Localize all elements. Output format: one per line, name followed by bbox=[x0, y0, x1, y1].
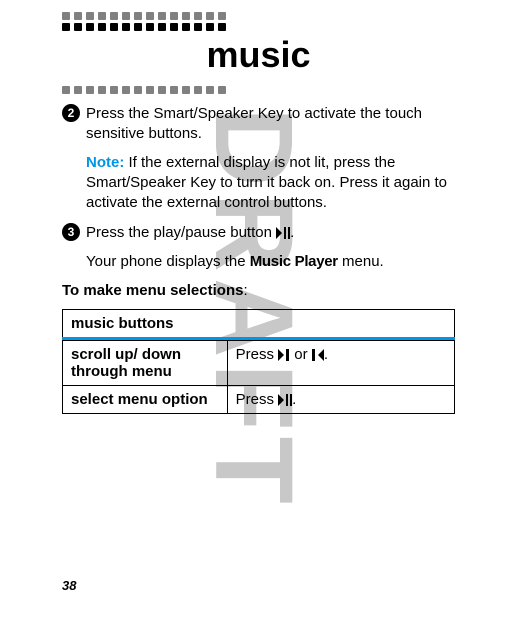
note-label: Note: bbox=[86, 154, 124, 171]
row-action: Press or . bbox=[227, 340, 454, 385]
dot bbox=[62, 23, 70, 31]
lead-text: To make menu selections: bbox=[62, 282, 455, 299]
dot bbox=[146, 86, 154, 94]
play-pause-icon bbox=[278, 394, 292, 406]
step-body: Press the Smart/Speaker Key to activate … bbox=[86, 104, 455, 213]
circled-number-3: 3 bbox=[62, 223, 80, 241]
music-buttons-table: music buttons scroll up/ down through me… bbox=[62, 309, 455, 414]
dot bbox=[62, 86, 70, 94]
action-before: Press bbox=[236, 391, 279, 408]
follow-text-after: menu. bbox=[338, 253, 384, 270]
dot bbox=[218, 12, 226, 20]
dot bbox=[194, 86, 202, 94]
dot bbox=[182, 23, 190, 31]
dot bbox=[158, 86, 166, 94]
dot bbox=[74, 12, 82, 20]
action-after: . bbox=[324, 346, 328, 363]
table-row: scroll up/ down through menu Press or . bbox=[63, 340, 455, 385]
dot bbox=[146, 23, 154, 31]
header-dots-below bbox=[62, 86, 455, 94]
next-track-icon bbox=[278, 349, 290, 361]
page: DRAFT music 2 Press the Smart/Speaker Ke… bbox=[0, 0, 507, 617]
dot bbox=[146, 12, 154, 20]
step-text-after: . bbox=[290, 224, 294, 241]
dot bbox=[98, 86, 106, 94]
dot bbox=[170, 12, 178, 20]
step-body: Press the play/pause button . Your phone… bbox=[86, 223, 455, 272]
dot bbox=[170, 23, 178, 31]
dot bbox=[134, 86, 142, 94]
dot bbox=[86, 86, 94, 94]
dot bbox=[122, 12, 130, 20]
dot bbox=[206, 86, 214, 94]
dots-row bbox=[62, 23, 455, 31]
dot bbox=[98, 23, 106, 31]
header-dots bbox=[62, 12, 455, 31]
dot bbox=[110, 86, 118, 94]
table-header: music buttons bbox=[63, 309, 455, 338]
prev-track-icon bbox=[312, 349, 324, 361]
lead-bold: To make menu selections bbox=[62, 282, 243, 299]
page-number: 38 bbox=[62, 578, 76, 593]
dot bbox=[182, 86, 190, 94]
dot bbox=[134, 12, 142, 20]
row-label: select menu option bbox=[63, 385, 228, 413]
table-row: select menu option Press . bbox=[63, 385, 455, 413]
step-text: Press the play/pause button bbox=[86, 224, 276, 241]
dot bbox=[194, 23, 202, 31]
dots-row bbox=[62, 12, 455, 20]
row-action: Press . bbox=[227, 385, 454, 413]
page-title: music bbox=[62, 34, 455, 76]
music-player-label: Music Player bbox=[250, 253, 338, 270]
step: 2 Press the Smart/Speaker Key to activat… bbox=[62, 104, 455, 213]
lead-after: : bbox=[243, 282, 247, 299]
dot bbox=[86, 23, 94, 31]
dot bbox=[86, 12, 94, 20]
dot bbox=[182, 12, 190, 20]
step-number: 3 bbox=[62, 223, 86, 241]
note-body: If the external display is not lit, pres… bbox=[86, 154, 447, 212]
dot bbox=[158, 23, 166, 31]
dots-row bbox=[62, 86, 455, 94]
dot bbox=[134, 23, 142, 31]
content-area: music 2 Press the Smart/Speaker Key to a… bbox=[0, 0, 507, 414]
dot bbox=[74, 23, 82, 31]
dot bbox=[62, 12, 70, 20]
dot bbox=[122, 23, 130, 31]
dot bbox=[158, 12, 166, 20]
dot bbox=[98, 12, 106, 20]
row-label: scroll up/ down through menu bbox=[63, 340, 228, 385]
dot bbox=[206, 12, 214, 20]
action-after: . bbox=[292, 391, 296, 408]
dot bbox=[74, 86, 82, 94]
dot bbox=[218, 23, 226, 31]
dot bbox=[218, 86, 226, 94]
dot bbox=[110, 23, 118, 31]
dot bbox=[122, 86, 130, 94]
action-before: Press bbox=[236, 346, 279, 363]
action-mid: or bbox=[290, 346, 312, 363]
follow-text-before: Your phone displays the bbox=[86, 253, 250, 270]
dot bbox=[170, 86, 178, 94]
dot bbox=[110, 12, 118, 20]
step-text: Press the Smart/Speaker Key to activate … bbox=[86, 105, 422, 142]
dot bbox=[206, 23, 214, 31]
circled-number-2: 2 bbox=[62, 104, 80, 122]
step-number: 2 bbox=[62, 104, 86, 122]
play-pause-icon bbox=[276, 227, 290, 239]
dot bbox=[194, 12, 202, 20]
step: 3 Press the play/pause button . Your pho… bbox=[62, 223, 455, 272]
table-header-row: music buttons bbox=[63, 309, 455, 338]
